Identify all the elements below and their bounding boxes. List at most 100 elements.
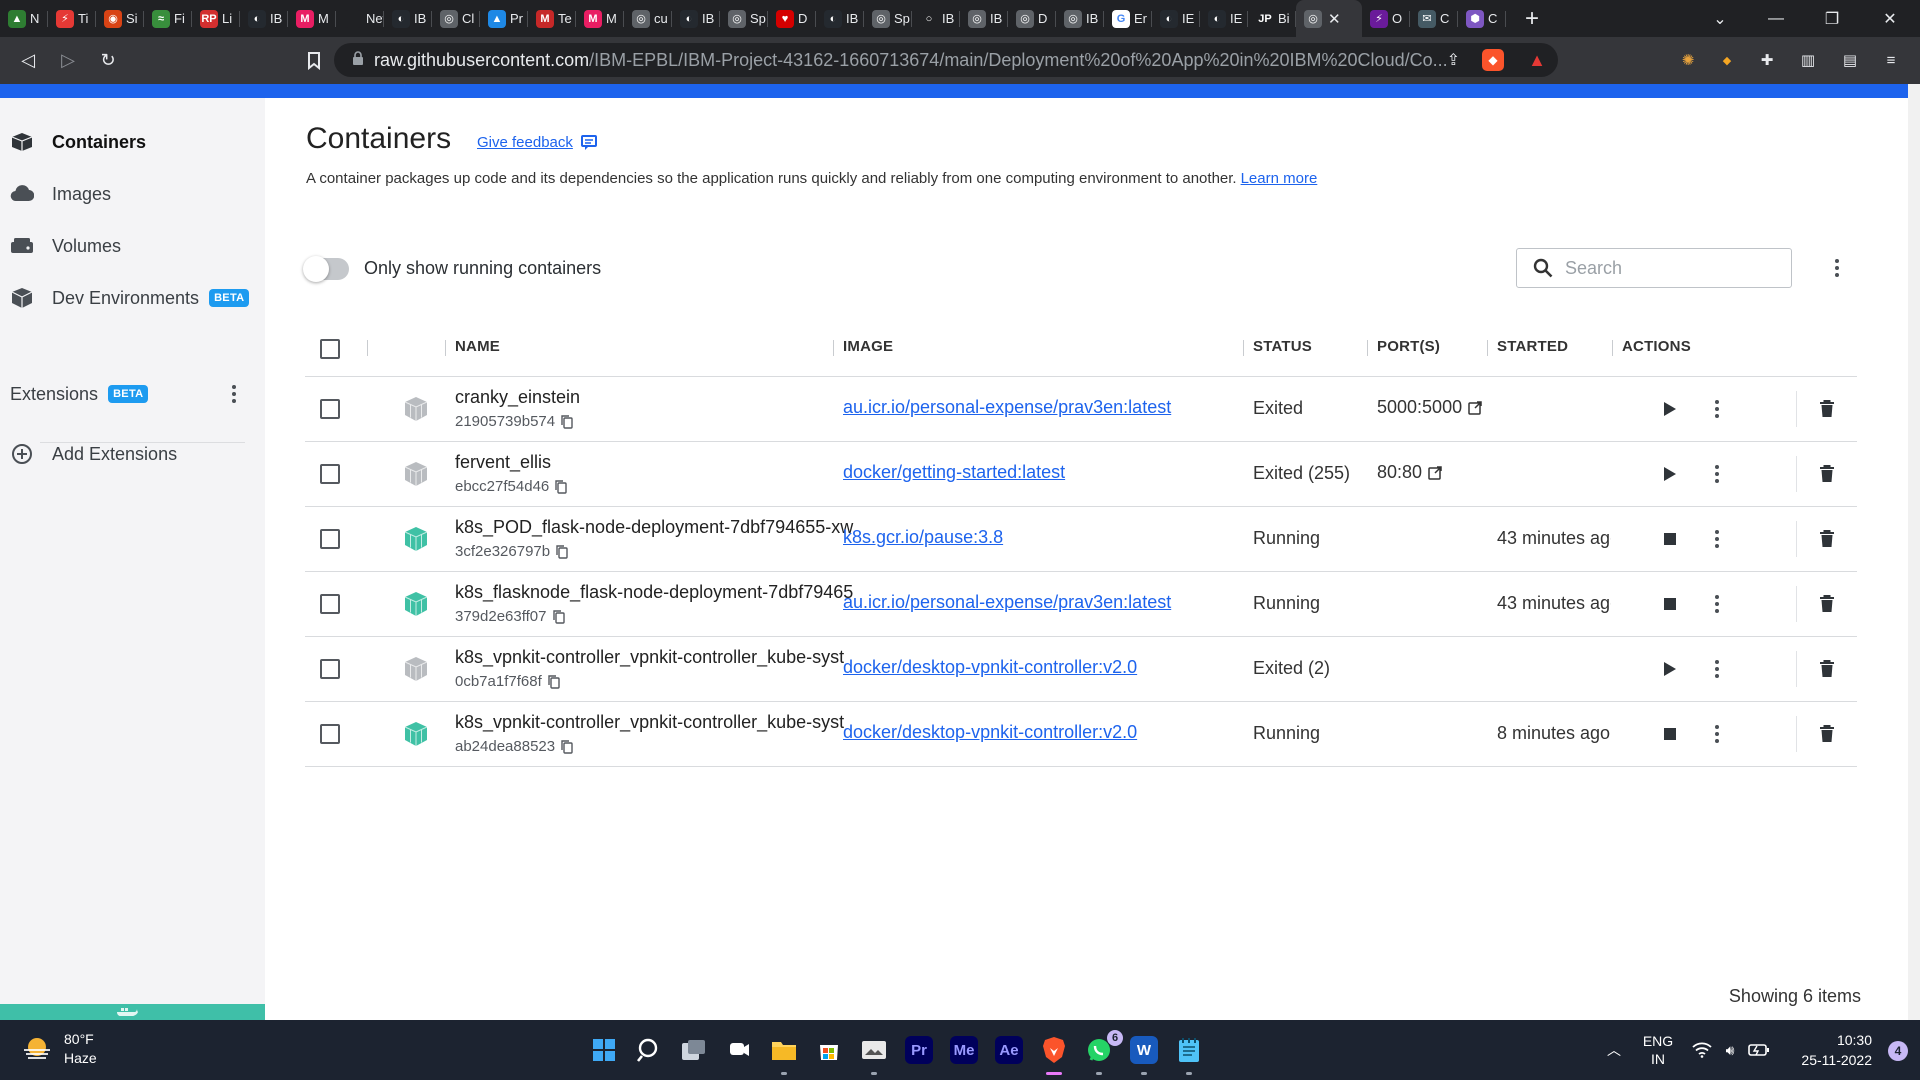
play-icon[interactable] (1658, 397, 1682, 421)
row-menu-icon[interactable] (1705, 462, 1729, 486)
task-view-icon[interactable] (676, 1032, 712, 1068)
play-icon[interactable] (1658, 462, 1682, 486)
reload-icon[interactable]: ↻ (88, 41, 128, 81)
search-box[interactable] (1516, 248, 1792, 288)
sidebar-item-volumes[interactable]: Volumes (10, 228, 121, 264)
notepad-icon[interactable] (1171, 1032, 1207, 1068)
browser-tab[interactable]: ▲ Pr (480, 0, 528, 37)
weather-widget[interactable]: 80°F Haze (22, 1030, 97, 1068)
browser-tab[interactable]: ≈ Fi (144, 0, 192, 37)
browser-tab[interactable]: ◐ IE (1152, 0, 1200, 37)
premiere-icon[interactable]: Pr (905, 1036, 933, 1064)
notification-count-badge[interactable]: 4 (1888, 1041, 1908, 1061)
stop-icon[interactable] (1658, 527, 1682, 551)
column-header-image[interactable]: IMAGE (843, 338, 893, 355)
browser-tab[interactable]: ◎ Cl (432, 0, 480, 37)
sidebar-toggle-icon[interactable]: ▥ (1797, 49, 1819, 71)
container-port[interactable]: 80:80 (1377, 462, 1442, 483)
row-menu-icon[interactable] (1705, 397, 1729, 421)
photos-icon[interactable] (856, 1032, 892, 1068)
browser-tab[interactable]: JP Bi (1248, 0, 1296, 37)
container-name[interactable]: cranky_einstein (455, 387, 865, 408)
browser-tab[interactable]: G Er (1104, 0, 1152, 37)
container-name[interactable]: fervent_ellis (455, 452, 865, 473)
container-image-link[interactable]: docker/desktop-vpnkit-controller:v2.0 (843, 722, 1137, 743)
battery-icon[interactable] (1746, 1020, 1772, 1080)
stop-icon[interactable] (1658, 722, 1682, 746)
container-image-link[interactable]: au.icr.io/personal-expense/prav3en:lates… (843, 397, 1171, 418)
browser-tab[interactable]: ○ IB (912, 0, 960, 37)
clock[interactable]: 10:30 25-11-2022 (1801, 1030, 1872, 1070)
tray-overflow-chevron-icon[interactable]: ︿ (1600, 1020, 1628, 1080)
cookie-extension-icon[interactable]: ✺ (1677, 49, 1699, 71)
row-menu-icon[interactable] (1705, 722, 1729, 746)
search-input[interactable] (1565, 257, 1765, 279)
add-extensions-button[interactable]: Add Extensions (10, 436, 177, 472)
media-encoder-icon[interactable]: Me (950, 1036, 978, 1064)
delete-icon[interactable] (1815, 462, 1839, 486)
extensions-menu-icon[interactable] (222, 382, 246, 406)
bookmark-icon[interactable] (294, 41, 334, 81)
browser-tab[interactable]: ▲ N (0, 0, 48, 37)
select-all-checkbox[interactable] (320, 339, 340, 359)
volume-icon[interactable]: 🔊︎ (1718, 1020, 1742, 1080)
wallet-extension-icon[interactable]: ◆ (1716, 49, 1738, 71)
back-icon[interactable]: ◁ (8, 41, 48, 81)
address-bar[interactable]: raw.githubusercontent.com/IBM-EPBL/IBM-P… (334, 43, 1558, 77)
brave-shields-icon[interactable]: ◆ (1482, 49, 1504, 71)
table-row[interactable]: k8s_POD_flask-node-deployment-7dbf794655… (305, 507, 1857, 572)
restore-button[interactable]: ❐ (1804, 0, 1860, 37)
wallet-icon[interactable]: ▤ (1839, 49, 1861, 71)
table-row[interactable]: k8s_flasknode_flask-node-deployment-7dbf… (305, 572, 1857, 637)
container-image-link[interactable]: k8s.gcr.io/pause:3.8 (843, 527, 1003, 548)
teams-chat-icon[interactable] (721, 1032, 757, 1068)
browser-tab[interactable]: ◐ IB (672, 0, 720, 37)
word-icon[interactable]: W (1130, 1036, 1158, 1064)
browser-tab[interactable]: ✉ C (1410, 0, 1458, 37)
container-image-link[interactable]: docker/desktop-vpnkit-controller:v2.0 (843, 657, 1137, 678)
sidebar-item-dev-environments[interactable]: Dev Environments BETA (10, 280, 250, 316)
table-row[interactable]: k8s_vpnkit-controller_vpnkit-controller_… (305, 702, 1857, 767)
container-image-link[interactable]: docker/getting-started:latest (843, 462, 1065, 483)
container-name[interactable]: k8s_vpnkit-controller_vpnkit-controller_… (455, 647, 865, 668)
browser-tab[interactable]: ◎ IB (1056, 0, 1104, 37)
delete-icon[interactable] (1815, 397, 1839, 421)
brave-rewards-icon[interactable]: ▲ (1528, 50, 1546, 71)
row-checkbox[interactable] (320, 724, 340, 744)
start-icon[interactable] (586, 1032, 622, 1068)
copy-icon[interactable] (556, 544, 568, 559)
copy-icon[interactable] (561, 739, 573, 754)
column-header-ports[interactable]: PORT(S) (1377, 338, 1440, 355)
sidebar-item-containers[interactable]: Containers (10, 124, 146, 160)
browser-tab-active[interactable]: ◎ ✕ (1296, 0, 1362, 37)
browser-tab[interactable]: ◎ Sp (720, 0, 768, 37)
stop-icon[interactable] (1658, 592, 1682, 616)
browser-tab[interactable]: ◎ cu (624, 0, 672, 37)
column-header-name[interactable]: NAME (455, 338, 500, 355)
open-external-icon[interactable] (1428, 465, 1442, 480)
browser-tab[interactable]: New T (336, 0, 384, 37)
browser-tab[interactable]: ♥ D (768, 0, 816, 37)
page-scrollbar[interactable] (1908, 84, 1920, 1020)
container-name[interactable]: k8s_vpnkit-controller_vpnkit-controller_… (455, 712, 865, 733)
delete-icon[interactable] (1815, 527, 1839, 551)
open-external-icon[interactable] (1468, 400, 1482, 415)
browser-tab[interactable]: ⚡ Ti (48, 0, 96, 37)
delete-icon[interactable] (1815, 657, 1839, 681)
table-row[interactable]: fervent_ellis ebcc27f54d46 docker/getting-… (305, 442, 1857, 507)
browser-tab[interactable]: ◐ IE (1200, 0, 1248, 37)
close-window-button[interactable]: ✕ (1862, 0, 1918, 37)
table-row[interactable]: k8s_vpnkit-controller_vpnkit-controller_… (305, 637, 1857, 702)
browser-tab[interactable]: ⚡ O (1362, 0, 1410, 37)
new-tab-button[interactable]: + (1518, 5, 1546, 33)
table-row[interactable]: cranky_einstein 21905739b574 au.icr.io/per… (305, 377, 1857, 442)
sidebar-item-images[interactable]: Images (10, 176, 111, 212)
browser-tab[interactable]: ◐ IB (816, 0, 864, 37)
row-checkbox[interactable] (320, 529, 340, 549)
share-icon[interactable]: ⇪ (1447, 50, 1460, 70)
running-only-toggle[interactable] (303, 256, 349, 282)
row-menu-icon[interactable] (1705, 527, 1729, 551)
brave-icon[interactable] (1036, 1032, 1072, 1068)
store-icon[interactable] (811, 1032, 847, 1068)
extensions-puzzle-icon[interactable]: ✚ (1756, 49, 1778, 71)
